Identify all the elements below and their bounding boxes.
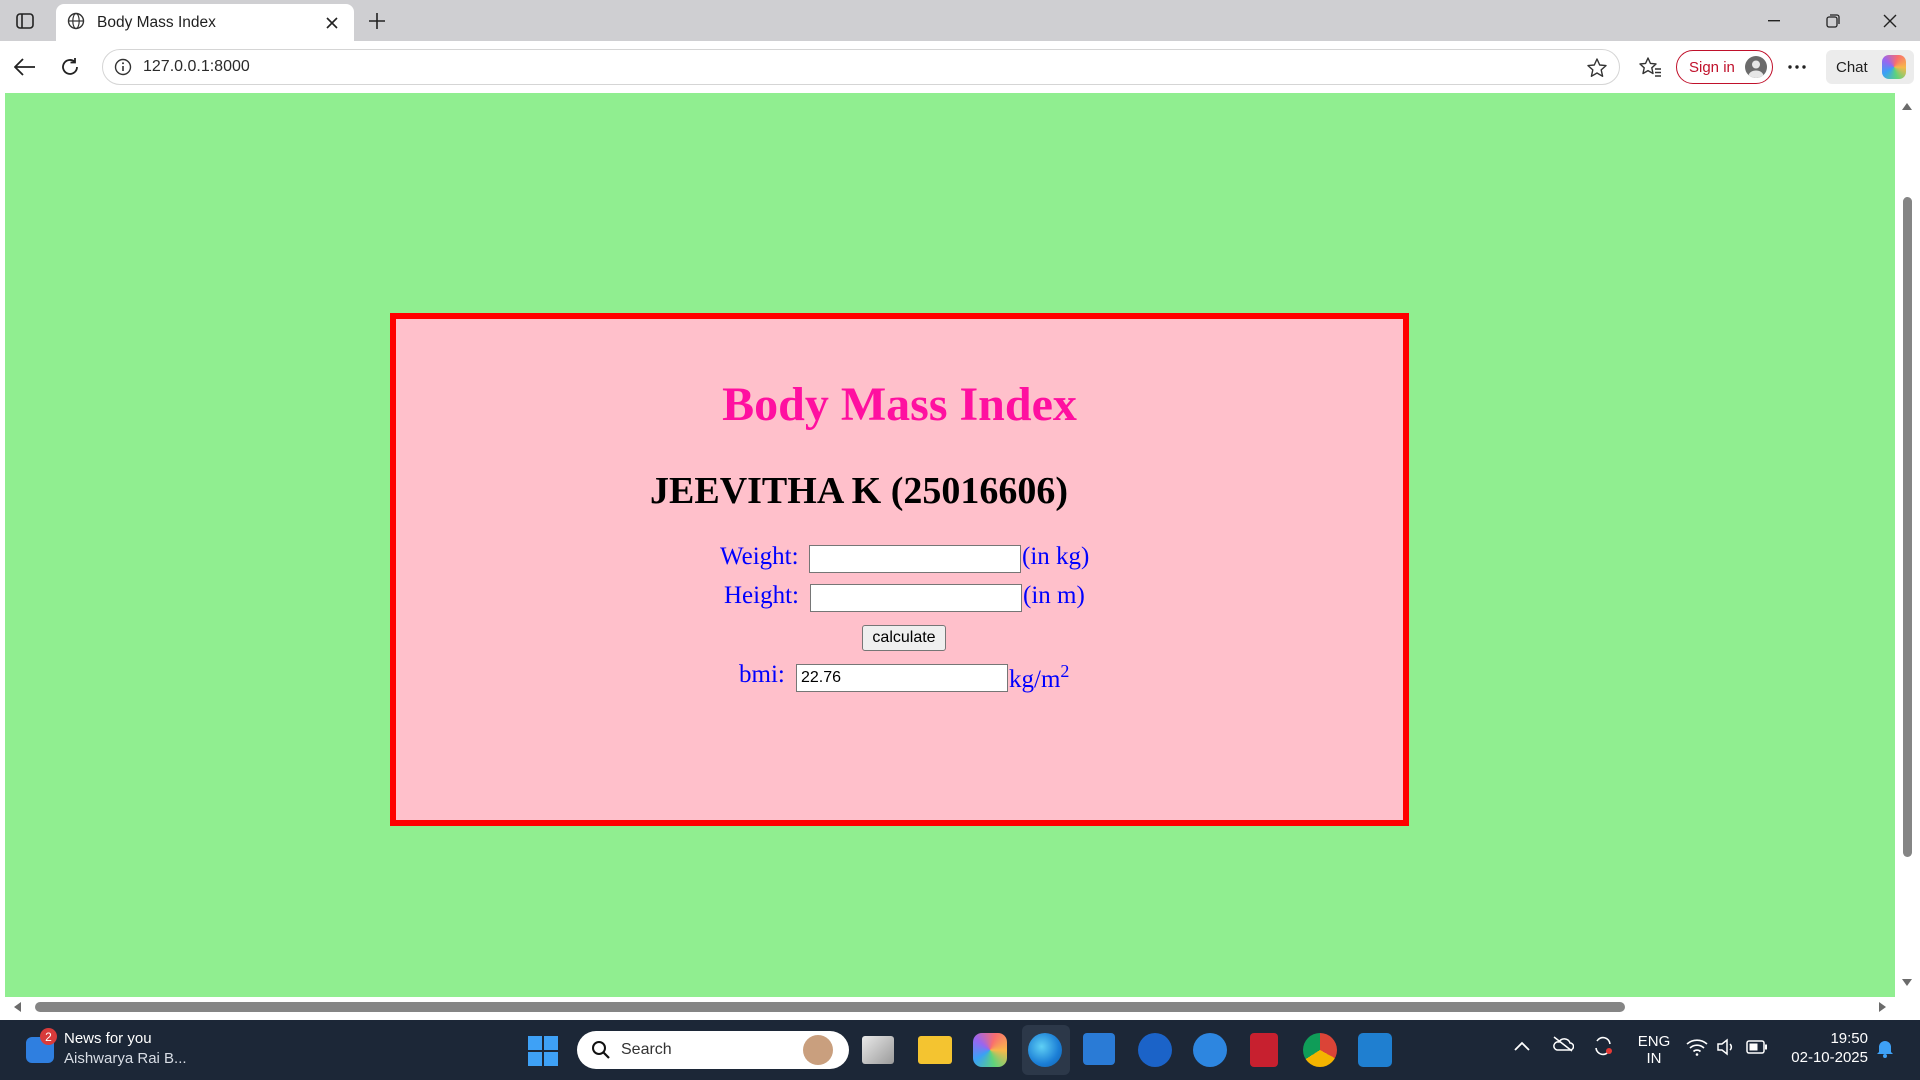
chevron-up-icon[interactable] [1514, 1038, 1530, 1056]
height-input[interactable] [810, 584, 1022, 612]
tab-actions-icon[interactable] [10, 7, 40, 35]
weight-label: Weight: [720, 543, 799, 570]
scroll-right-arrow-icon[interactable] [1879, 1002, 1886, 1012]
bmi-unit: kg/m2 [1009, 661, 1069, 694]
tab-title: Body Mass Index [97, 13, 216, 31]
address-bar[interactable]: 127.0.0.1:8000 [102, 49, 1620, 85]
page-title: Body Mass Index [722, 378, 1077, 431]
news-subtitle: Aishwarya Rai B... [64, 1050, 187, 1067]
page-viewport: Body Mass Index JEEVITHA K (25016606) We… [5, 93, 1895, 997]
clock[interactable]: 19:50 02-10-2025 [1786, 1030, 1868, 1066]
file-explorer-icon[interactable] [918, 1036, 952, 1064]
close-tab-icon[interactable] [320, 11, 344, 35]
sign-in-label: Sign in [1689, 58, 1735, 76]
news-widget[interactable]: 2 News for you Aishwarya Rai B... [24, 1028, 244, 1072]
mcafee-icon[interactable] [1250, 1033, 1278, 1067]
bmi-unit-exponent: 2 [1060, 661, 1070, 681]
height-label: Height: [724, 582, 799, 609]
site-info-icon[interactable] [113, 57, 133, 77]
weight-unit: (in kg) [1022, 543, 1090, 570]
restore-icon[interactable] [1805, 0, 1861, 41]
search-highlight-image [803, 1035, 833, 1065]
sign-in-button[interactable]: Sign in [1676, 50, 1773, 84]
edge-icon[interactable] [1028, 1033, 1062, 1067]
battery-icon[interactable] [1746, 1040, 1768, 1059]
sync-icon[interactable] [1592, 1036, 1614, 1061]
copilot-chat-button[interactable]: Chat [1826, 50, 1914, 84]
browser-toolbar: 127.0.0.1:8000 Sign in Chat [0, 41, 1920, 93]
start-windows-icon[interactable] [528, 1036, 558, 1066]
notification-bell-icon[interactable] [1876, 1038, 1894, 1063]
minimize-icon[interactable] [1746, 0, 1802, 41]
copilot-icon [1882, 55, 1906, 79]
bmi-form-box: Body Mass Index JEEVITHA K (25016606) We… [390, 313, 1409, 826]
bmi-unit-base: kg/m [1009, 666, 1061, 693]
onedrive-icon[interactable] [1552, 1036, 1575, 1057]
language-bottom: IN [1646, 1050, 1662, 1067]
profile-avatar-icon [1745, 56, 1767, 78]
vscode-icon[interactable] [1358, 1033, 1392, 1067]
url-text[interactable]: 127.0.0.1:8000 [143, 58, 250, 76]
favorites-icon[interactable] [1633, 50, 1667, 84]
scroll-up-arrow-icon[interactable] [1902, 103, 1912, 110]
vertical-scroll-thumb[interactable] [1903, 197, 1912, 857]
scroll-left-arrow-icon[interactable] [14, 1002, 21, 1012]
back-arrow-icon[interactable] [8, 50, 42, 84]
volume-icon[interactable] [1716, 1038, 1736, 1061]
clock-date: 02-10-2025 [1791, 1049, 1868, 1066]
help-icon[interactable] [1193, 1033, 1227, 1067]
news-title: News for you [64, 1030, 152, 1047]
more-options-icon[interactable] [1780, 50, 1814, 84]
bmi-output[interactable] [796, 664, 1008, 692]
taskbar-search[interactable]: Search [577, 1031, 849, 1069]
copilot-app-icon[interactable] [973, 1033, 1007, 1067]
horizontal-scroll-thumb[interactable] [35, 1002, 1625, 1012]
new-tab-icon[interactable] [362, 7, 392, 35]
language-top: ENG [1637, 1033, 1671, 1050]
language-indicator[interactable]: ENG IN [1636, 1033, 1672, 1067]
task-view-icon[interactable] [862, 1036, 894, 1064]
scroll-down-arrow-icon[interactable] [1902, 979, 1912, 986]
store-icon[interactable] [1083, 1033, 1115, 1065]
tab-strip: Body Mass Index [0, 0, 1920, 41]
clock-time: 19:50 [1830, 1030, 1868, 1047]
browser-tab[interactable]: Body Mass Index [56, 4, 354, 41]
search-icon [591, 1040, 611, 1060]
search-label: Search [621, 1041, 672, 1058]
hp-icon[interactable] [1138, 1033, 1172, 1067]
bmi-label: bmi: [739, 661, 785, 688]
chrome-icon[interactable] [1303, 1033, 1337, 1067]
calculate-button[interactable]: calculate [862, 625, 946, 651]
windows-taskbar: 2 News for you Aishwarya Rai B... Search… [0, 1020, 1920, 1080]
refresh-icon[interactable] [53, 50, 87, 84]
vertical-scrollbar[interactable] [1897, 93, 1917, 997]
student-name-heading: JEEVITHA K (25016606) [650, 470, 1069, 512]
wifi-icon[interactable] [1686, 1038, 1708, 1061]
weight-input[interactable] [809, 545, 1021, 573]
height-unit: (in m) [1023, 582, 1085, 609]
globe-icon [67, 12, 85, 34]
favorite-star-icon[interactable] [1585, 56, 1609, 80]
close-window-icon[interactable] [1862, 0, 1918, 41]
horizontal-scrollbar[interactable] [5, 997, 1897, 1017]
chat-label: Chat [1836, 58, 1868, 76]
news-badge: 2 [40, 1028, 57, 1045]
